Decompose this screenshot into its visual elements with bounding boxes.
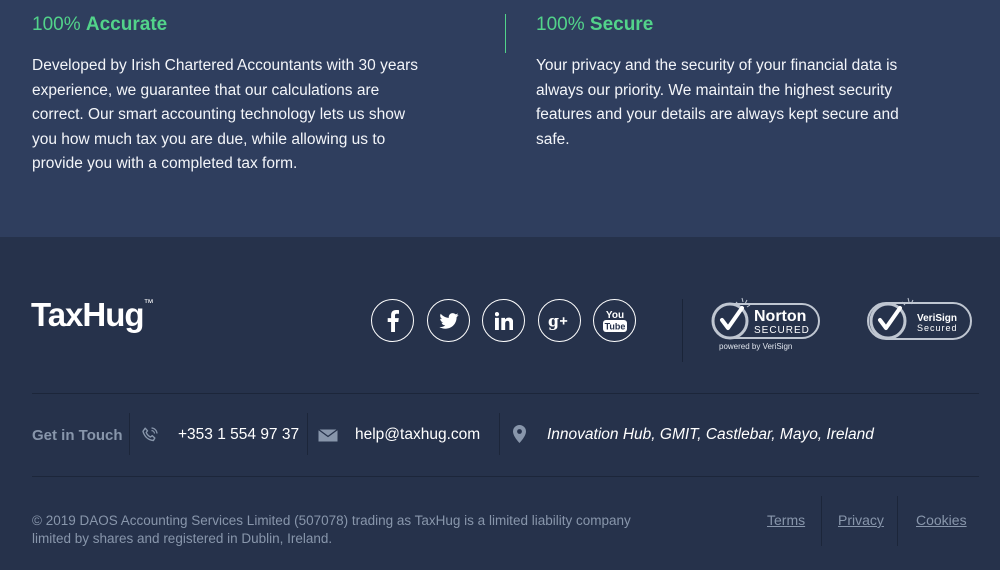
address-text: Innovation Hub, GMIT, Castlebar, Mayo, I… [547,426,874,443]
privacy-link[interactable]: Privacy [838,512,884,528]
footer-divider-bottom [32,476,979,477]
norton-secured-text: SECURED [754,325,810,336]
taxhug-logo[interactable]: TaxHug™ [31,296,154,334]
twitter-icon[interactable] [427,299,470,342]
mail-icon [318,428,338,447]
feature-secure-text: Your privacy and the security of your fi… [536,57,899,148]
linkedin-icon[interactable] [482,299,525,342]
site-footer: TaxHug™ g You Tube Norton SECURED powered… [0,237,1000,570]
youtube-icon[interactable]: You Tube [593,299,636,342]
contact-divider [307,413,308,455]
feature-accurate-heading: 100% Accurate [32,14,168,35]
terms-link[interactable]: Terms [767,512,805,528]
contact-divider [499,413,500,455]
cookies-link[interactable]: Cookies [916,512,967,528]
google-plus-icon[interactable]: g [538,299,581,342]
feature-secure: 100% Secure Your privacy and the securit… [536,0,906,152]
svg-text:g: g [548,312,559,330]
facebook-icon[interactable] [371,299,414,342]
feature-divider [505,14,506,53]
phone-link[interactable]: +353 1 554 97 37 [178,426,299,444]
links-divider [897,496,898,546]
svg-text:Tube: Tube [604,321,625,331]
location-pin-icon [513,425,526,448]
svg-text:You: You [605,310,623,321]
norton-name: Norton [754,308,806,325]
get-in-touch-label: Get in Touch [32,427,123,444]
norton-secured-badge[interactable]: Norton SECURED powered by VeriSign [710,293,822,357]
contact-divider [129,413,130,455]
norton-powered-text: powered by VeriSign [719,342,792,351]
links-divider [821,496,822,546]
phone-icon [142,427,158,448]
verisign-line2: Secured [917,323,958,333]
footer-divider-top [32,393,979,394]
feature-accurate: 100% Accurate Developed by Irish Charter… [32,0,427,177]
copyright-text: © 2019 DAOS Accounting Services Limited … [32,513,631,546]
email-link[interactable]: help@taxhug.com [355,426,480,444]
feature-accurate-text: Developed by Irish Chartered Accountants… [32,57,418,172]
feature-secure-heading: 100% Secure [536,14,654,35]
verisign-secured-badge[interactable]: VeriSign Secured [866,293,974,347]
features-section: 100% Accurate Developed by Irish Charter… [0,0,1000,237]
badges-divider [682,299,683,362]
